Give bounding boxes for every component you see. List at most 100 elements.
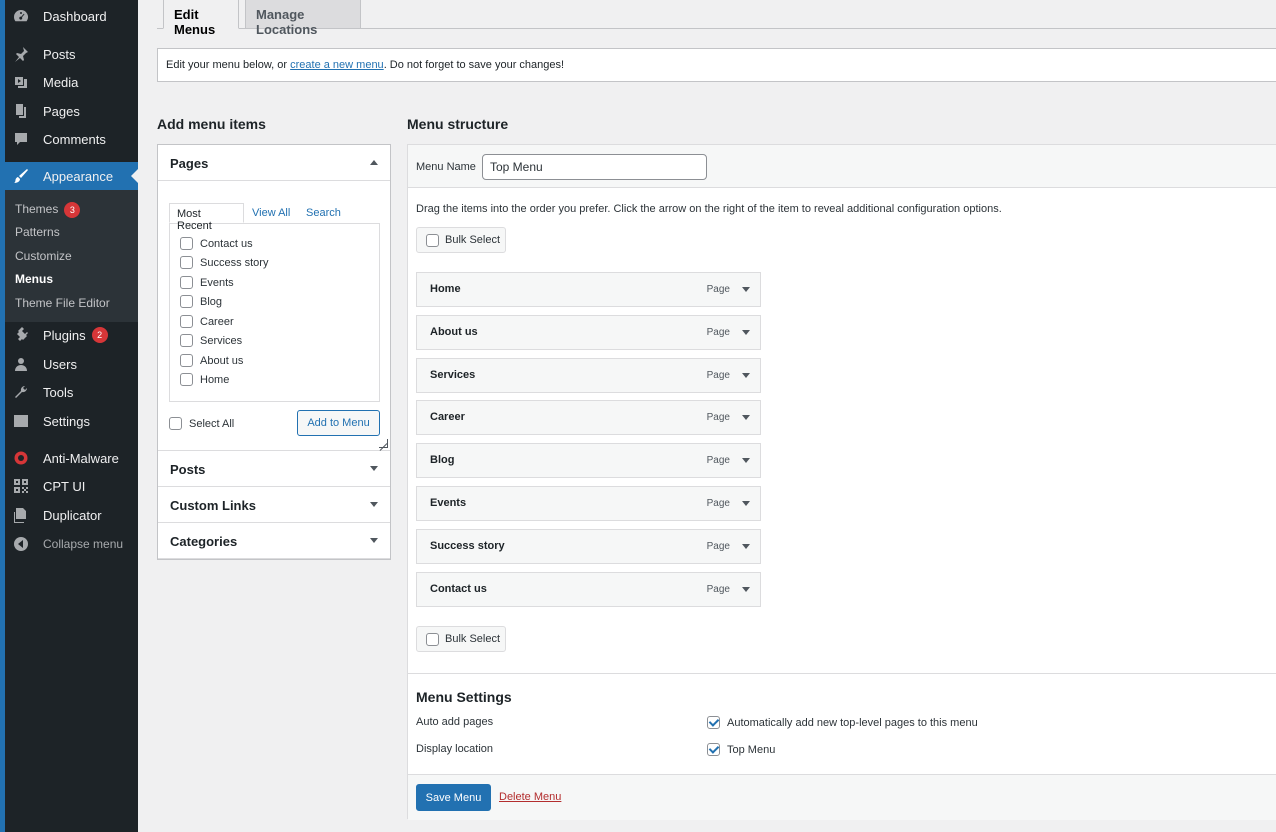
page-label: Career (200, 315, 234, 328)
display-location-checkbox[interactable]: Top Menu (707, 743, 775, 756)
expand-arrow-icon[interactable] (742, 373, 750, 378)
page-checkbox-item[interactable]: About us (180, 354, 243, 367)
sidebar-item-users[interactable]: Users (5, 350, 138, 378)
brush-icon (13, 168, 29, 184)
menu-item-type: Page (706, 584, 730, 595)
tab-manage-locations[interactable]: Manage Locations (245, 0, 361, 37)
sidebar-item-label: Posts (43, 46, 76, 62)
auto-add-label: Auto add pages (416, 716, 494, 728)
checkbox[interactable] (180, 256, 193, 269)
checkbox[interactable] (426, 632, 439, 646)
select-all-checkbox[interactable]: Select All (169, 417, 234, 430)
expand-arrow-icon[interactable] (742, 287, 750, 292)
expand-arrow-icon[interactable] (742, 501, 750, 506)
add-to-menu-button[interactable]: Add to Menu (297, 410, 380, 436)
sidebar-item-cpt-ui[interactable]: CPT UI (5, 472, 138, 500)
menu-item-career[interactable]: Career Page (416, 400, 761, 435)
resize-handle-icon[interactable] (379, 439, 388, 448)
pages-section-header[interactable]: Pages (158, 145, 390, 181)
tab-most-recent[interactable]: Most Recent (169, 203, 244, 232)
dashboard-icon (13, 8, 29, 24)
collapse-arrow-icon (370, 160, 378, 165)
submenu-item-customize[interactable]: Customize (15, 249, 72, 263)
menu-item-type: Page (706, 327, 730, 338)
menu-item-title: Success story (430, 540, 505, 552)
bulk-select-button[interactable]: Bulk Select (416, 227, 506, 253)
menu-item-events[interactable]: Events Page (416, 486, 761, 521)
sidebar-item-pages[interactable]: Pages (5, 97, 138, 125)
page-checkbox-item[interactable]: Events (180, 276, 234, 289)
sidebar-item-plugins[interactable]: Plugins 2 (5, 321, 138, 349)
delete-menu-link[interactable]: Delete Menu (499, 791, 561, 803)
menu-footer-bar: Save Menu Delete Menu (408, 774, 1276, 820)
sidebar-item-posts[interactable]: Posts (5, 40, 138, 68)
media-icon (13, 74, 29, 90)
save-menu-button[interactable]: Save Menu (416, 784, 491, 811)
menu-structure-panel: Menu Name Drag the items into the order … (407, 144, 1276, 820)
sidebar-item-tools[interactable]: Tools (5, 378, 138, 406)
menu-item-blog[interactable]: Blog Page (416, 443, 761, 478)
posts-section-header[interactable]: Posts (158, 451, 390, 487)
bulk-select-button-bottom[interactable]: Bulk Select (416, 626, 506, 652)
categories-section-header[interactable]: Categories (158, 523, 390, 559)
page-checkbox-item[interactable]: Blog (180, 295, 222, 308)
menu-name-bar: Menu Name (408, 145, 1276, 188)
checkbox[interactable] (180, 295, 193, 308)
tab-edit-menus[interactable]: Edit Menus (163, 0, 239, 37)
menu-item-services[interactable]: Services Page (416, 358, 761, 393)
menu-item-success-story[interactable]: Success story Page (416, 529, 761, 564)
checkbox[interactable] (180, 315, 193, 328)
update-count-badge: 3 (64, 202, 81, 218)
submenu-item-themes[interactable]: Themes 3 (15, 202, 81, 218)
auto-add-pages-checkbox[interactable]: Automatically add new top-level pages to… (707, 716, 978, 729)
sidebar-item-label: CPT UI (43, 478, 86, 494)
sidebar-item-appearance[interactable]: Appearance (5, 162, 138, 190)
sidebar-item-dashboard[interactable]: Dashboard (5, 2, 138, 30)
menu-item-home[interactable]: Home Page (416, 272, 761, 307)
expand-arrow-icon (370, 466, 378, 471)
sidebar-item-label: Duplicator (43, 507, 102, 523)
submenu-item-theme-file-editor[interactable]: Theme File Editor (15, 296, 110, 310)
shield-icon (13, 450, 29, 466)
expand-arrow-icon[interactable] (742, 458, 750, 463)
menu-settings-title: Menu Settings (416, 689, 512, 705)
page-checkbox-item[interactable]: Success story (180, 256, 268, 269)
section-title: Categories (170, 534, 238, 549)
sidebar-item-anti-malware[interactable]: Anti-Malware (5, 444, 138, 472)
expand-arrow-icon[interactable] (742, 544, 750, 549)
submenu-item-menus[interactable]: Menus (15, 272, 53, 286)
checkbox[interactable] (180, 354, 193, 367)
expand-arrow-icon[interactable] (742, 415, 750, 420)
sidebar-item-duplicator[interactable]: Duplicator (5, 501, 138, 529)
checkbox[interactable] (180, 334, 193, 347)
checkbox[interactable] (180, 237, 193, 250)
page-checkbox-item[interactable]: Career (180, 315, 234, 328)
expand-arrow-icon (370, 502, 378, 507)
sidebar-item-media[interactable]: Media (5, 68, 138, 96)
sidebar-item-settings[interactable]: Settings (5, 407, 138, 435)
checkbox[interactable] (707, 743, 720, 756)
checkbox[interactable] (426, 233, 439, 247)
page-checkbox-item[interactable]: Home (180, 373, 229, 386)
page-checkbox-item[interactable]: Services (180, 334, 242, 347)
submenu-item-patterns[interactable]: Patterns (15, 225, 60, 239)
create-new-menu-link[interactable]: create a new menu (290, 59, 384, 71)
page-checkbox-item[interactable]: Contact us (180, 237, 253, 250)
checkbox[interactable] (180, 276, 193, 289)
collapse-arrow-icon (13, 536, 29, 552)
checkbox[interactable] (180, 373, 193, 386)
tab-search[interactable]: Search (306, 203, 341, 223)
tab-view-all[interactable]: View All (252, 203, 290, 223)
menu-item-about-us[interactable]: About us Page (416, 315, 761, 350)
menu-item-type: Page (706, 541, 730, 552)
expand-arrow-icon[interactable] (742, 587, 750, 592)
collapse-menu-button[interactable]: Collapse menu (5, 530, 138, 558)
expand-arrow-icon[interactable] (742, 330, 750, 335)
menu-item-contact-us[interactable]: Contact us Page (416, 572, 761, 607)
custom-links-section-header[interactable]: Custom Links (158, 487, 390, 523)
checkbox[interactable] (169, 417, 182, 430)
menu-name-input[interactable] (482, 154, 707, 180)
location-value: Top Menu (727, 743, 776, 756)
sidebar-item-comments[interactable]: Comments (5, 125, 138, 153)
checkbox[interactable] (707, 716, 720, 729)
